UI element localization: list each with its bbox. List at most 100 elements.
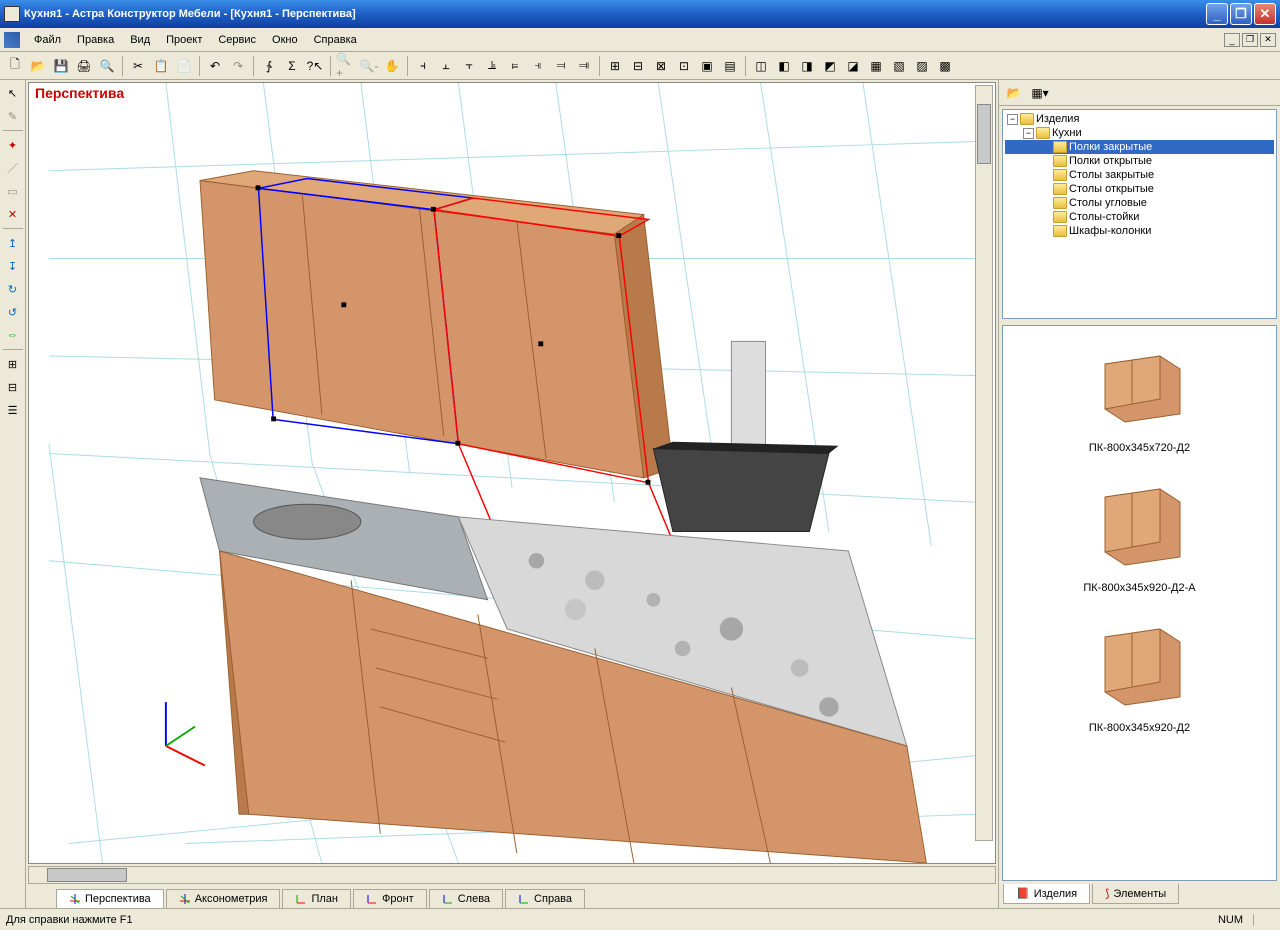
scrollbar-vertical[interactable]	[975, 85, 993, 841]
catalog-panel: 📂 ▦▾ − Изделия − Кухни Полки закрытые По…	[998, 80, 1280, 908]
menu-file[interactable]: Файл	[26, 32, 69, 48]
snap1-icon[interactable]: ⊞	[604, 55, 626, 77]
group-icon[interactable]: ⊞	[2, 353, 24, 375]
tree-root[interactable]: − Изделия	[1005, 112, 1274, 126]
menu-project[interactable]: Проект	[158, 32, 210, 48]
view4-icon[interactable]: ◩	[819, 55, 841, 77]
front-icon[interactable]: ↥	[2, 232, 24, 254]
menu-edit[interactable]: Правка	[69, 32, 122, 48]
view8-icon[interactable]: ▨	[911, 55, 933, 77]
left-toolbar: ↖ ✎ ✦ ／ ▭ ✕ ↥ ↧ ↻ ↺ ⇔ ⊞ ⊟ ☰	[0, 80, 26, 908]
distribute-v-icon[interactable]: ⫥	[573, 55, 595, 77]
pan-icon[interactable]: ✋	[381, 55, 403, 77]
view5-icon[interactable]: ◪	[842, 55, 864, 77]
paste-icon[interactable]: 📄	[173, 55, 195, 77]
help-icon[interactable]: ?↖	[304, 55, 326, 77]
view3-icon[interactable]: ◨	[796, 55, 818, 77]
tree-closed-tables[interactable]: Столы закрытые	[1005, 168, 1274, 182]
catalog-tree[interactable]: − Изделия − Кухни Полки закрытые Полки о…	[1002, 109, 1277, 319]
tab-axonometry[interactable]: Аксонометрия	[166, 889, 281, 908]
view7-icon[interactable]: ▧	[888, 55, 910, 77]
tree-columns[interactable]: Шкафы-колонки	[1005, 224, 1274, 238]
snap4-icon[interactable]: ⊡	[673, 55, 695, 77]
zoom-in-icon[interactable]: 🔍+	[335, 55, 357, 77]
zoom-out-icon[interactable]: 🔍-	[358, 55, 380, 77]
snap6-icon[interactable]: ▤	[719, 55, 741, 77]
save-icon[interactable]: 💾	[50, 55, 72, 77]
app-menu-icon[interactable]	[4, 32, 20, 48]
scrollbar-horizontal[interactable]	[28, 866, 996, 884]
tab-plan[interactable]: План	[282, 889, 351, 908]
preview-icon[interactable]: 🔍	[96, 55, 118, 77]
mdi-minimize[interactable]: _	[1224, 33, 1240, 47]
tree-open-shelves[interactable]: Полки открытые	[1005, 154, 1274, 168]
align-bottom-icon[interactable]: ⫣	[527, 55, 549, 77]
delete-icon[interactable]: ✕	[2, 203, 24, 225]
snap5-icon[interactable]: ▣	[696, 55, 718, 77]
calc-icon[interactable]: ∱	[258, 55, 280, 77]
select-icon[interactable]: ↖	[2, 82, 24, 104]
menu-help[interactable]: Справка	[306, 32, 365, 48]
align-top-icon[interactable]: ⫡	[481, 55, 503, 77]
tab-right[interactable]: Справа	[505, 889, 585, 908]
menu-window[interactable]: Окно	[264, 32, 306, 48]
mdi-close[interactable]: ✕	[1260, 33, 1276, 47]
view-tabs: Перспектива Аксонометрия План Фронт Слев…	[26, 886, 998, 908]
view9-icon[interactable]: ▩	[934, 55, 956, 77]
status-num: NUM	[1208, 914, 1254, 926]
copy-icon[interactable]: 📋	[150, 55, 172, 77]
align-middle-icon[interactable]: ⫢	[504, 55, 526, 77]
catalog-open-icon[interactable]: 📂	[1003, 82, 1025, 104]
tab-elements[interactable]: ⟆Элементы	[1092, 884, 1179, 904]
menu-service[interactable]: Сервис	[210, 32, 264, 48]
close-button[interactable]: ✕	[1254, 3, 1276, 25]
back-icon[interactable]: ↧	[2, 255, 24, 277]
rotate-ccw-icon[interactable]: ↺	[2, 301, 24, 323]
rect-icon[interactable]: ▭	[2, 180, 24, 202]
thumb-item[interactable]: ПК-800x345x920-Д2	[1011, 614, 1268, 734]
distribute-h-icon[interactable]: ⫤	[550, 55, 572, 77]
view1-icon[interactable]: ◫	[750, 55, 772, 77]
catalog-view-icon[interactable]: ▦▾	[1029, 82, 1051, 104]
line-icon[interactable]: ／	[2, 157, 24, 179]
snap3-icon[interactable]: ⊠	[650, 55, 672, 77]
tree-open-tables[interactable]: Столы открытые	[1005, 182, 1274, 196]
align-right-icon[interactable]: ⫟	[458, 55, 480, 77]
mdi-restore[interactable]: ❐	[1242, 33, 1258, 47]
open-icon[interactable]: 📂	[27, 55, 49, 77]
menu-view[interactable]: Вид	[122, 32, 158, 48]
print-icon[interactable]: 🖨	[73, 55, 95, 77]
tab-left[interactable]: Слева	[429, 889, 503, 908]
tree-corner-tables[interactable]: Столы угловые	[1005, 196, 1274, 210]
snap2-icon[interactable]: ⊟	[627, 55, 649, 77]
tree-closed-shelves[interactable]: Полки закрытые	[1005, 140, 1274, 154]
view2-icon[interactable]: ◧	[773, 55, 795, 77]
viewport-3d[interactable]: Перспектива	[28, 82, 996, 864]
layers-icon[interactable]: ☰	[2, 399, 24, 421]
explode-icon[interactable]: ✦	[2, 134, 24, 156]
view6-icon[interactable]: ▦	[865, 55, 887, 77]
catalog-thumbs[interactable]: ПК-800x345x720-Д2 ПК-800x345x920-Д2-А ПК…	[1002, 325, 1277, 881]
rotate-cw-icon[interactable]: ↻	[2, 278, 24, 300]
catalog-tabs: 📕Изделия ⟆Элементы	[999, 884, 1280, 908]
tree-stands[interactable]: Столы-стойки	[1005, 210, 1274, 224]
ungroup-icon[interactable]: ⊟	[2, 376, 24, 398]
align-center-h-icon[interactable]: ⫠	[435, 55, 457, 77]
redo-icon[interactable]: ↷	[227, 55, 249, 77]
minimize-button[interactable]: _	[1206, 3, 1228, 25]
sum-icon[interactable]: Σ	[281, 55, 303, 77]
tab-products[interactable]: 📕Изделия	[1003, 884, 1090, 904]
tab-front[interactable]: Фронт	[353, 889, 427, 908]
edit-icon[interactable]: ✎	[2, 105, 24, 127]
tab-perspective[interactable]: Перспектива	[56, 889, 164, 908]
cut-icon[interactable]: ✂	[127, 55, 149, 77]
flip-h-icon[interactable]: ⇔	[2, 324, 24, 346]
new-icon[interactable]: 🗋	[4, 55, 26, 77]
undo-icon[interactable]: ↶	[204, 55, 226, 77]
thumb-item[interactable]: ПК-800x345x720-Д2	[1011, 334, 1268, 454]
maximize-button[interactable]: ❐	[1230, 3, 1252, 25]
thumb-label: ПК-800x345x720-Д2	[1011, 442, 1268, 454]
tree-kitchens[interactable]: − Кухни	[1005, 126, 1274, 140]
thumb-item[interactable]: ПК-800x345x920-Д2-А	[1011, 474, 1268, 594]
align-left-icon[interactable]: ⫞	[412, 55, 434, 77]
